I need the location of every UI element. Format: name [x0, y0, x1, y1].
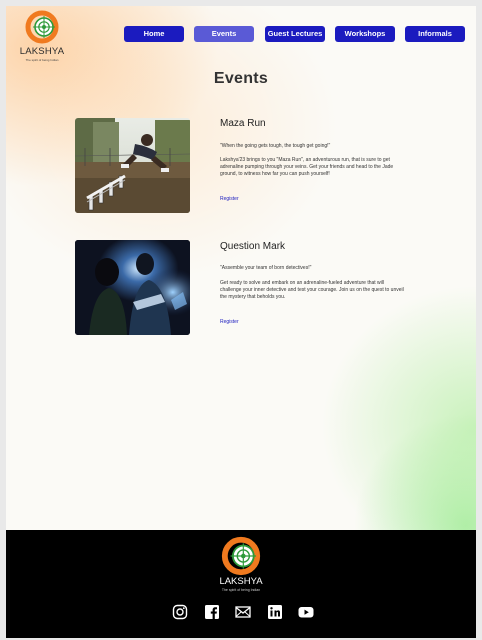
event-description: Lakshya'23 brings to you "Maza Run", an … [220, 157, 394, 178]
instagram-icon[interactable] [172, 604, 188, 620]
maza-run-photo [75, 118, 190, 213]
event-quote: "Assemble your team of born detectives!" [220, 265, 312, 271]
page-title: Events [213, 70, 269, 87]
nav-informals-button[interactable]: Informals [405, 26, 465, 42]
nav-events-button[interactable]: Events [194, 26, 254, 42]
nav-home-button[interactable]: Home [124, 26, 184, 42]
event-quote: "When the going gets tough, the tough ge… [220, 143, 331, 149]
social-links [6, 604, 476, 620]
event-description: Get ready to solve and embark on an adre… [220, 280, 404, 301]
mail-icon[interactable] [235, 604, 251, 620]
footer-title: LAKSHYA [219, 576, 263, 587]
facebook-icon[interactable] [204, 604, 220, 620]
logo-title: LAKSHYA [19, 46, 65, 57]
footer: LAKSHYA The spirit of being Indian [6, 530, 476, 638]
nav-workshops-button[interactable]: Workshops [335, 26, 395, 42]
event-name: Maza Run [220, 118, 266, 129]
question-mark-photo [75, 240, 190, 335]
event-name: Question Mark [220, 241, 286, 252]
linkedin-icon[interactable] [267, 604, 283, 620]
register-link[interactable]: Register [220, 319, 239, 325]
main-nav: Home Events Guest Lectures Workshops Inf… [6, 26, 476, 42]
footer-tagline: The spirit of being Indian [221, 588, 261, 592]
logo-tagline: The spirit of being Indian [25, 58, 59, 62]
youtube-icon[interactable] [298, 604, 314, 620]
register-link[interactable]: Register [220, 196, 239, 202]
browser-viewport: LAKSHYA The spirit of being Indian Home … [6, 6, 476, 638]
page-body: LAKSHYA The spirit of being Indian Home … [6, 6, 476, 530]
lakshya-emblem [221, 536, 261, 576]
nav-guest-lectures-button[interactable]: Guest Lectures [265, 26, 325, 42]
